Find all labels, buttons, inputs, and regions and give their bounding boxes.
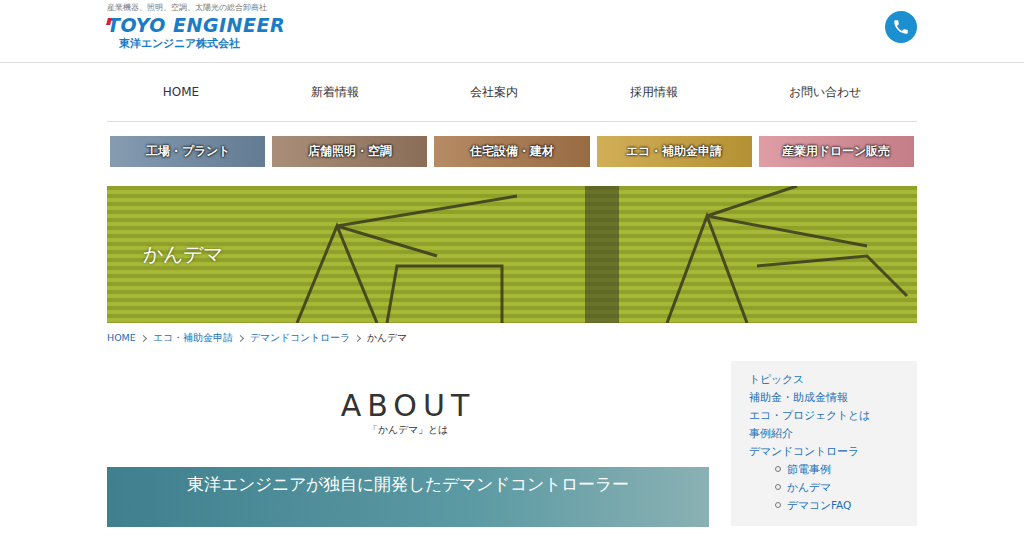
chevron-icon [237, 334, 244, 341]
sidebar-item[interactable]: エコ・プロジェクトとは [749, 406, 917, 424]
category-banner[interactable]: 産業用ドローン販売 [759, 136, 914, 167]
logo-text: TOYO ENGINEER [107, 14, 285, 36]
category-banner[interactable]: 店舗照明・空調 [272, 136, 427, 167]
header: 産業機器、照明、空調、太陽光の総合卸商社 TOYO ENGINEER 東洋エンジ… [0, 0, 1024, 63]
sidebar-item[interactable]: 補助金・助成金情報 [749, 388, 917, 406]
nav-item[interactable]: 採用情報 [630, 84, 678, 101]
nav-item[interactable]: お問い合わせ [789, 84, 861, 101]
sidebar-item[interactable]: 節電事例 [749, 460, 917, 478]
sidebar-item[interactable]: デマコンFAQ [749, 496, 917, 514]
bullet-icon [775, 484, 781, 490]
nav-item[interactable]: 新着情報 [311, 84, 359, 101]
chevron-icon [140, 334, 147, 341]
chevron-icon [354, 334, 361, 341]
nav-item[interactable]: 会社案内 [470, 84, 518, 101]
company-name: 東洋エンジニア株式会社 [107, 37, 285, 51]
bullet-icon [775, 466, 781, 472]
main-nav: HOME 新着情報 会社案内 採用情報 お問い合わせ [107, 63, 917, 122]
tagline: 産業機器、照明、空調、太陽光の総合卸商社 [107, 3, 285, 13]
breadcrumb-item[interactable]: エコ・補助金申請 [153, 331, 233, 345]
category-banners: 工場・プラント店舗照明・空調住宅設備・建材エコ・補助金申請産業用ドローン販売 [107, 136, 917, 167]
category-banner[interactable]: 住宅設備・建材 [434, 136, 589, 167]
sidebar-item[interactable]: 事例紹介 [749, 424, 917, 442]
hero-banner: かんデマ [107, 186, 917, 323]
product-banner: 東洋エンジニアが独自に開発したデマンドコントローラー [107, 467, 709, 527]
category-banner[interactable]: 工場・プラント [110, 136, 265, 167]
section-heading: ABOUT [341, 389, 475, 423]
sidebar-item[interactable]: デマンドコントローラ [749, 442, 917, 460]
category-banner[interactable]: エコ・補助金申請 [597, 136, 752, 167]
bullet-icon [775, 502, 781, 508]
breadcrumb-item[interactable]: デマンドコントローラ [250, 331, 350, 345]
logo[interactable]: 産業機器、照明、空調、太陽光の総合卸商社 TOYO ENGINEER 東洋エンジ… [107, 0, 285, 51]
main-content: ABOUT 「かんデマ」とは 東洋エンジニアが独自に開発したデマンドコントローラ… [107, 345, 709, 527]
breadcrumb: HOME エコ・補助金申請 デマンドコントローラ かんデマ [107, 323, 917, 345]
phone-icon[interactable] [885, 11, 917, 43]
nav-item[interactable]: HOME [163, 85, 199, 99]
breadcrumb-item: かんデマ [367, 331, 407, 345]
sidebar-item[interactable]: トピックス [749, 370, 917, 388]
breadcrumb-item[interactable]: HOME [107, 331, 136, 345]
page: 産業機器、照明、空調、太陽光の総合卸商社 TOYO ENGINEER 東洋エンジ… [0, 0, 1024, 536]
sidebar-item[interactable]: かんデマ [749, 478, 917, 496]
crane-silhouette-icon [107, 186, 917, 323]
sidebar: トピックス 補助金・助成金情報 エコ・プロジェクトとは 事例紹介 デマンドコント… [731, 361, 917, 526]
hero-title: かんデマ [107, 241, 223, 268]
section-subtitle: 「かんデマ」とは [368, 423, 448, 437]
